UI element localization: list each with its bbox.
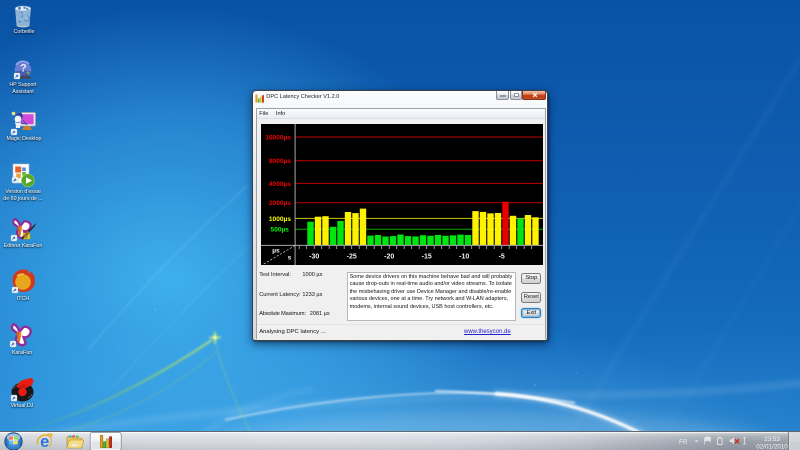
svg-text:4000µs: 4000µs	[269, 181, 291, 188]
svg-text:-15: -15	[422, 254, 432, 261]
svg-text:23:53: 23:53	[764, 436, 780, 443]
svg-text:1000µs: 1000µs	[269, 216, 291, 223]
svg-text:FR: FR	[679, 439, 688, 446]
svg-text:-5: -5	[499, 254, 505, 261]
svg-text:µs: µs	[273, 248, 281, 255]
svg-text:-30: -30	[309, 254, 319, 261]
svg-text:-20: -20	[384, 254, 394, 261]
svg-text:02/01/2010: 02/01/2010	[756, 443, 788, 450]
svg-text:500µs: 500µs	[271, 227, 290, 234]
svg-text:?: ?	[20, 63, 27, 75]
svg-text:s: s	[288, 255, 292, 262]
svg-text:2000µs: 2000µs	[269, 200, 291, 207]
svg-text:-10: -10	[459, 254, 469, 261]
svg-text:8000µs: 8000µs	[269, 158, 291, 165]
svg-text:-25: -25	[347, 254, 357, 261]
svg-text:16000µs: 16000µs	[266, 135, 292, 142]
